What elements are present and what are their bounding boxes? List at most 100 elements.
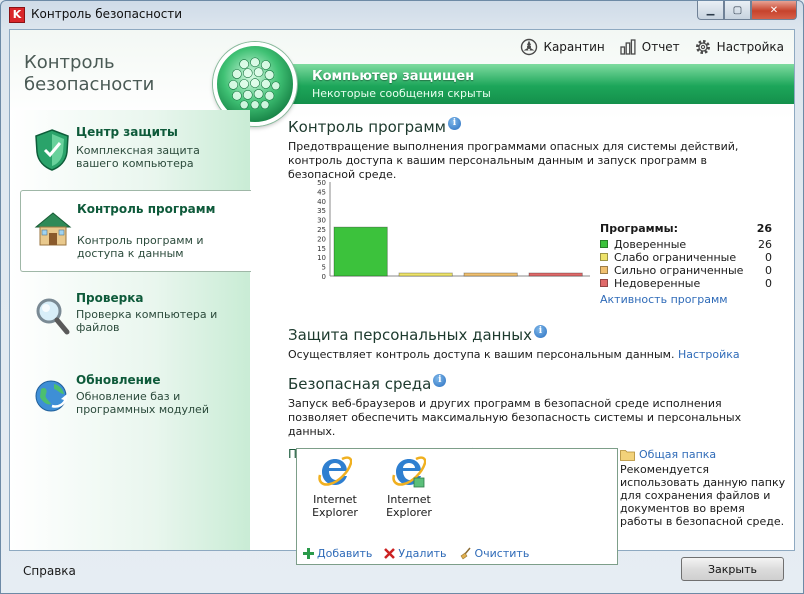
sidebar-item-protection-center[interactable]: Центр защиты Комплексная защита вашего к…: [20, 114, 246, 194]
legend-count: 0: [765, 264, 772, 277]
y-tick-label: 50: [317, 179, 326, 187]
programs-bar-chart: 05 1015 202530 3540 4550: [317, 179, 590, 281]
sidebar-item-update[interactable]: Обновление Обновление баз и программных …: [20, 362, 246, 442]
status-title: Компьютер защищен: [312, 69, 475, 84]
bar-2: [463, 272, 518, 277]
sidebar: Центр защиты Комплексная защита вашего к…: [10, 110, 251, 550]
y-tick-label: 25: [317, 226, 326, 234]
sidebar-item-title: Проверка: [76, 291, 144, 305]
folder-icon: [620, 449, 635, 461]
title-bar[interactable]: K Контроль безопасности ▁ ▢ ✕: [1, 1, 803, 29]
info-icon[interactable]: i: [433, 373, 447, 387]
close-window-button[interactable]: ✕: [751, 1, 797, 20]
sandbox-actions: Добавить Удалить Очистить: [303, 547, 529, 560]
safe-env-section: Безопасная среда i: [288, 373, 788, 393]
y-tick-label: 45: [317, 188, 326, 196]
app-activity-link[interactable]: Активность программ: [600, 293, 780, 306]
bar-3: [528, 272, 583, 277]
sidebar-item-desc: Обновление баз и программных модулей: [76, 390, 209, 416]
plus-icon: [303, 548, 314, 559]
minimize-button[interactable]: ▁: [697, 1, 724, 20]
y-tick-label: 10: [317, 254, 326, 262]
legend-label: Слабо ограниченные: [614, 251, 737, 264]
sandbox-app-tile[interactable]: Internet Explorer: [307, 455, 363, 519]
sandbox-app-list: Internet Explorer Internet Explorer Доба…: [296, 448, 618, 565]
legend-label: Недоверенные: [614, 277, 701, 290]
globe-update-icon: [35, 380, 68, 412]
sidebar-item-desc: Контроль программ и доступа к данным: [77, 234, 204, 260]
clear-sandbox-button[interactable]: Очистить: [459, 547, 529, 560]
nav-quarantine[interactable]: Карантин: [520, 38, 605, 56]
window-title: Контроль безопасности: [31, 7, 183, 21]
shield-icon: [35, 129, 69, 171]
add-app-button[interactable]: Добавить: [303, 547, 372, 560]
personal-data-section: Защита персональных данных i: [288, 324, 788, 344]
nav-settings[interactable]: Настройка: [694, 38, 784, 56]
sidebar-item-scan[interactable]: Проверка Проверка компьютера и файлов: [20, 280, 246, 360]
report-icon: [620, 39, 636, 55]
close-button[interactable]: Закрыть: [681, 557, 784, 581]
legend-row: Доверенные 26: [600, 238, 780, 251]
sidebar-item-title: Контроль программ: [77, 202, 216, 216]
internet-explorer-sandbox-icon: [392, 456, 426, 488]
info-icon[interactable]: i: [448, 116, 461, 130]
app-name: Internet Explorer: [386, 493, 432, 519]
help-link[interactable]: Справка: [23, 564, 76, 578]
y-tick-label: 15: [317, 245, 326, 253]
kaspersky-logo-icon: K: [9, 7, 25, 23]
legend-row: Слабо ограниченные 0: [600, 251, 780, 264]
section-title: Контроль программ: [288, 118, 446, 136]
nav-report[interactable]: Отчет: [619, 38, 680, 56]
section-title: Безопасная среда: [288, 375, 432, 393]
info-icon[interactable]: i: [533, 324, 547, 338]
house-icon: [34, 212, 72, 246]
legend-swatch: [600, 279, 608, 287]
legend-swatch: [600, 266, 608, 274]
y-tick-label: 0: [322, 273, 326, 281]
legend-row: Сильно ограниченные 0: [600, 264, 780, 277]
y-tick-label: 35: [317, 207, 326, 215]
brand-title: Контроль безопасности: [24, 52, 155, 95]
sidebar-item-title: Центр защиты: [76, 125, 178, 139]
sandbox-app-tile[interactable]: Internet Explorer: [381, 455, 437, 519]
legend-swatch: [600, 253, 608, 261]
top-nav: Карантин Отчет Настройка: [520, 38, 784, 56]
legend-count: 26: [758, 238, 772, 251]
programs-legend: Программы: 26 Доверенные 26 Слабо ограниче…: [600, 222, 780, 306]
legend-row: Недоверенные 0: [600, 277, 780, 290]
sidebar-item-desc: Проверка компьютера и файлов: [76, 308, 218, 334]
bar-1: [398, 272, 453, 277]
legend-label: Доверенные: [614, 238, 687, 251]
shared-folder-description: Рекомендуется использовать данную папку …: [620, 463, 786, 528]
y-tick-label: 40: [317, 198, 326, 206]
magnifier-icon: [36, 298, 70, 335]
quarantine-icon: [521, 38, 538, 56]
maximize-button[interactable]: ▢: [724, 1, 751, 20]
personal-data-description: Осуществляет контроль доступа к вашим пе…: [288, 348, 740, 361]
app-name: Internet Explorer: [312, 493, 358, 519]
content-frame: Контроль безопасности Карантин Отчет Нас…: [9, 29, 795, 565]
legend-count: 0: [765, 251, 772, 264]
sidebar-item-desc: Комплексная защита вашего компьютера: [76, 144, 200, 170]
internet-explorer-icon: [318, 456, 352, 486]
main-window: K Контроль безопасности ▁ ▢ ✕ Контроль б…: [0, 0, 804, 594]
gear-icon: [695, 40, 710, 54]
y-tick-label: 5: [322, 264, 326, 272]
shared-folder-link[interactable]: Общая папка: [620, 448, 788, 461]
y-tick-label: 20: [317, 235, 326, 243]
main-panel: Контроль программ i Предотвращение выпол…: [288, 116, 788, 565]
status-subtitle: Некоторые сообщения скрыты: [312, 87, 491, 100]
legend-count: 0: [765, 277, 772, 290]
remove-app-button[interactable]: Удалить: [384, 547, 447, 560]
delete-icon: [384, 548, 396, 559]
sidebar-item-app-control[interactable]: Контроль программ Контроль программ и до…: [20, 190, 251, 272]
y-tick-label: 30: [317, 217, 326, 225]
app-control-section: Контроль программ i: [288, 116, 788, 136]
legend-label: Сильно ограниченные: [614, 264, 744, 277]
personal-data-settings-link[interactable]: Настройка: [678, 348, 740, 361]
bar-0: [333, 226, 388, 277]
sidebar-item-title: Обновление: [76, 373, 161, 387]
section-title: Защита персональных данных: [288, 326, 532, 344]
legend-header: Программы: 26: [600, 222, 772, 235]
broom-icon: [460, 547, 471, 560]
